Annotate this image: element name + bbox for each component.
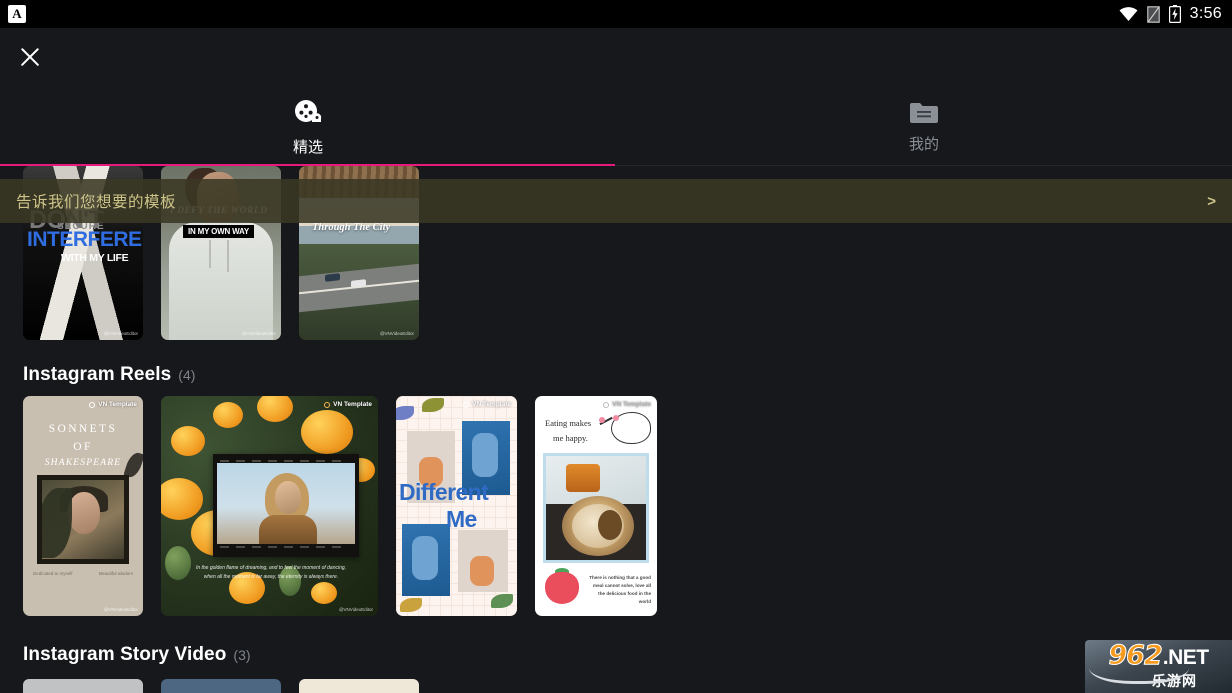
vn-badge-icon <box>603 401 610 408</box>
vn-badge-label: VN Template <box>333 401 372 408</box>
template-scroll-area[interactable]: SECURE DON'T INTERFERE WITH MY LIFE @VNV… <box>0 166 1232 693</box>
card-credit: @VNVideoEditor <box>241 331 276 336</box>
card-line2: INTERFERE <box>27 228 142 251</box>
card-line1: SONNETS <box>48 423 118 435</box>
card-line3: WITH MY LIFE <box>61 252 129 264</box>
folder-icon <box>909 101 939 125</box>
template-card-eating-makes-me-happy[interactable]: VN Template Eating makes me happy. There… <box>535 396 657 616</box>
template-card-sonnets-of-shakespeare[interactable]: VN Template SONNETS OF SHAKESPEARE Dedic… <box>23 396 143 616</box>
tab-featured-label: 精选 <box>292 138 323 156</box>
vn-badge-label: VN Template <box>472 401 511 408</box>
tab-mine-label: 我的 <box>908 135 939 153</box>
section-title: Instagram Story Video <box>23 644 227 665</box>
banner-text: 告诉我们您想要的模板 <box>16 194 177 211</box>
card-line2: IN MY OWN WAY <box>183 225 254 238</box>
section-title: Instagram Reels <box>23 364 172 385</box>
vn-template-badge: VN Template <box>324 401 372 408</box>
template-card-marigold-flowers[interactable]: VN Template In the golden flame of dream… <box>161 396 378 616</box>
card-quote: There is nothing that a good meal cannot… <box>589 575 651 605</box>
section-count: (3) <box>233 647 251 663</box>
vn-badge-icon <box>324 401 331 408</box>
top-bar <box>0 28 1232 88</box>
app-icon: A <box>8 5 26 23</box>
card-line1: Eating makes <box>545 418 592 428</box>
card-credit: @VNVideoEditor <box>103 607 138 612</box>
watermark-net: .NET <box>1162 646 1209 669</box>
tab-mine[interactable]: 我的 <box>616 88 1232 166</box>
template-card-different-me[interactable]: VN Template Different Me <box>396 396 517 616</box>
card-credit: @VNVideoEditor <box>379 331 414 336</box>
section-header-instagram-reels: Instagram Reels (4) <box>0 364 218 386</box>
vn-template-badge: VN Template <box>603 401 651 408</box>
card-credit: @VNVideoEditor <box>103 331 138 336</box>
request-template-banner[interactable]: 告诉我们您想要的模板 > <box>0 179 1232 223</box>
card-quote: In the golden flame of dreaming, and to … <box>195 565 347 580</box>
site-watermark: 962 .NET 乐游网 <box>1085 640 1232 693</box>
clock: 3:56 <box>1189 5 1222 22</box>
card-line2: Me <box>446 506 477 532</box>
card-line2: OF <box>73 441 93 453</box>
instagram-reels-row[interactable]: VN Template SONNETS OF SHAKESPEARE Dedic… <box>0 396 680 616</box>
vn-template-badge: VN Template <box>89 401 137 408</box>
template-card-story-2[interactable] <box>161 679 281 693</box>
status-icons: 3:56 <box>1119 5 1222 24</box>
instagram-story-video-row[interactable] <box>0 679 442 693</box>
card-caption-right: Beautiful wisdom <box>98 571 133 576</box>
wifi-icon <box>1119 7 1138 21</box>
close-icon[interactable] <box>17 44 43 70</box>
vn-badge-icon <box>463 401 470 408</box>
chevron-right-icon: > <box>1207 192 1216 210</box>
section-header-instagram-story-video: Instagram Story Video (3) <box>0 644 274 666</box>
template-card-story-1[interactable] <box>23 679 143 693</box>
battery-charging-icon <box>1168 5 1181 24</box>
card-caption-left: Dedicated to myself <box>33 571 73 576</box>
section-count: (4) <box>178 367 196 383</box>
tab-featured[interactable]: 精选 <box>0 88 616 166</box>
film-reel-icon <box>293 98 323 128</box>
card-line2: me happy. <box>553 433 588 443</box>
vn-template-badge: VN Template <box>463 401 511 408</box>
card-line1: Through The City <box>312 222 391 233</box>
vn-badge-label: VN Template <box>98 401 137 408</box>
vn-badge-icon <box>89 401 96 408</box>
vn-badge-label: VN Template <box>612 401 651 408</box>
card-credit: @VNVideoEditor <box>338 607 373 612</box>
card-line1: Different <box>399 479 489 505</box>
sim-card-icon <box>1146 5 1160 23</box>
status-bar: A 3:56 <box>0 0 1232 28</box>
tab-bar: 精选 我的 <box>0 88 1232 166</box>
watermark-number: 962 <box>1108 640 1163 671</box>
strawberry-icon <box>545 572 579 604</box>
template-card-story-3[interactable] <box>299 679 419 693</box>
